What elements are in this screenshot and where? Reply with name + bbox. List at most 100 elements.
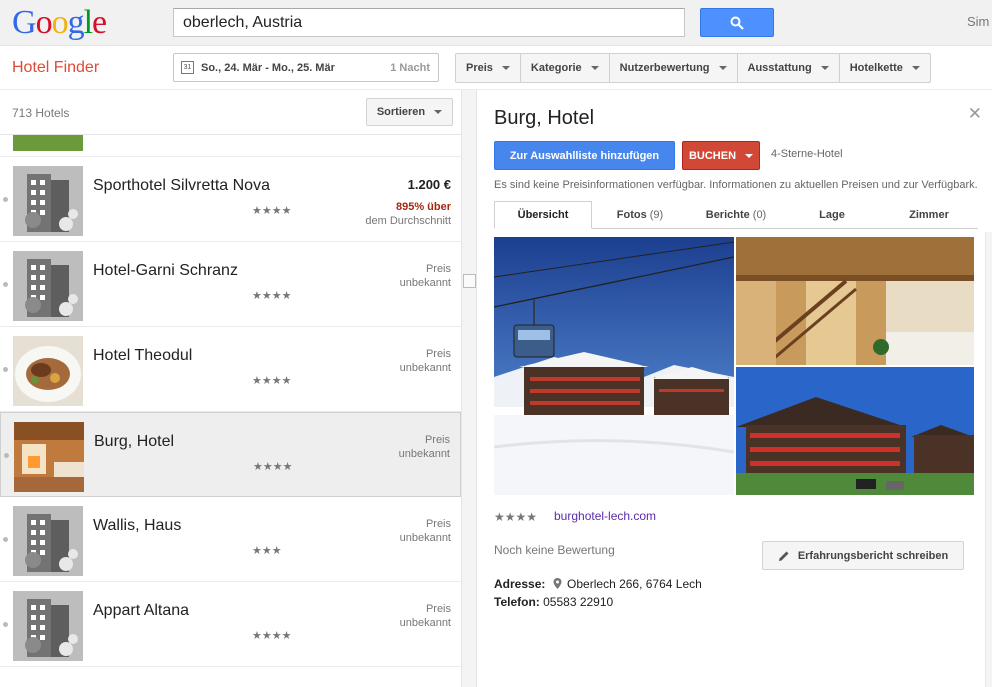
hotel-name[interactable]: Sporthotel Silvretta Nova: [93, 177, 270, 195]
chevron-down-icon: [434, 110, 443, 114]
tab-reviews[interactable]: Berichte (0): [688, 201, 784, 229]
exterior-photo[interactable]: [736, 367, 974, 495]
price-label: Preis: [425, 348, 451, 360]
list-scrollbar[interactable]: [462, 90, 477, 687]
tab-count: (9): [649, 209, 664, 221]
list-item[interactable]: Sporthotel Silvretta Nova ★★★★ 1.200 € 895%…: [0, 157, 461, 242]
hotel-list-panel: 713 Hotels Sortieren ★★★★ Sporthotel Sil…: [0, 90, 462, 687]
interior-stairs-photo: [736, 237, 974, 365]
tab-location[interactable]: Lage: [784, 201, 880, 229]
price-label: Preis: [425, 263, 451, 275]
phone: Telefon: 05583 22910: [494, 595, 613, 609]
filter-amenities[interactable]: Ausstattung: [738, 54, 840, 82]
list-bullet: [3, 367, 8, 372]
website-link[interactable]: burghotel-lech.com: [554, 509, 656, 523]
filter-category[interactable]: Kategorie: [521, 54, 610, 82]
logo-letter: o: [51, 4, 69, 41]
hotel-thumbnail[interactable]: [13, 166, 83, 236]
hotel-count: 713 Hotels: [12, 106, 70, 120]
hotel-name[interactable]: Burg, Hotel: [94, 433, 174, 451]
tab-rooms[interactable]: Zimmer: [880, 201, 978, 229]
price-unknown: Preis unbekannt: [400, 347, 451, 375]
date-picker[interactable]: 31 So., 24. Mär - Mo., 25. Mär 1 Nacht: [173, 53, 439, 82]
google-logo[interactable]: Google: [12, 4, 107, 42]
hotel-thumbnail[interactable]: [14, 422, 84, 492]
list-header: 713 Hotels Sortieren: [0, 90, 461, 135]
phone-value: 05583 22910: [543, 595, 614, 609]
filter-bar: Preis Kategorie Nutzerbewertung Ausstatt…: [455, 53, 931, 83]
price-unknown: Preis unbekannt: [399, 433, 450, 461]
tab-label: Übersicht: [517, 209, 569, 221]
hotel-thumbnail[interactable]: [13, 591, 83, 661]
list-bullet: [3, 282, 8, 287]
main-photo[interactable]: [494, 237, 734, 495]
list-item[interactable]: Appart Altana ★★★★ Preis unbekannt: [0, 582, 461, 667]
search-button[interactable]: [700, 8, 774, 37]
building-placeholder-icon: [13, 166, 83, 236]
location-pin-icon: [553, 578, 562, 589]
date-range: So., 24. Mär - Mo., 25. Mär: [201, 62, 335, 74]
filter-label: Nutzerbewertung: [619, 62, 710, 74]
logo-letter: l: [83, 4, 94, 41]
detail-scrollbar[interactable]: [985, 232, 992, 687]
building-placeholder-icon: [13, 506, 83, 576]
hotel-price: 1.200 €: [407, 177, 451, 192]
book-button[interactable]: BUCHEN: [682, 141, 760, 170]
hotel-thumbnail[interactable]: [13, 506, 83, 576]
price-label: Preis: [425, 518, 451, 530]
scrollbar-thumb[interactable]: [463, 274, 476, 288]
hotel-thumbnail[interactable]: [13, 336, 83, 406]
list-item[interactable]: Burg, Hotel ★★★★ Preis unbekannt: [0, 412, 461, 497]
chevron-down-icon: [590, 66, 599, 70]
building-placeholder-icon: [13, 251, 83, 321]
top-bar: Google oberlech, Austria Sim: [0, 0, 992, 46]
filter-hotel-chain[interactable]: Hotelkette: [840, 54, 930, 82]
list-bullet: [3, 537, 8, 542]
star-rating: ★★★★: [252, 375, 292, 387]
filter-label: Ausstattung: [747, 62, 812, 74]
interior-photo[interactable]: [736, 237, 974, 365]
tab-label: Fotos: [616, 209, 647, 221]
price-status: unbekannt: [399, 532, 451, 544]
price-status: unbekannt: [399, 362, 451, 374]
price-label: Preis: [424, 434, 450, 446]
logo-letter: G: [12, 4, 37, 41]
hotel-name[interactable]: Appart Altana: [93, 602, 189, 620]
room-photo: [14, 422, 84, 492]
chevron-down-icon: [501, 66, 510, 70]
chevron-down-icon: [820, 66, 829, 70]
sort-button[interactable]: Sortieren: [366, 98, 453, 126]
user-name[interactable]: Sim: [967, 14, 989, 29]
hotel-exterior-photo: [736, 367, 974, 495]
list-item[interactable]: Hotel Theodul ★★★★ Preis unbekannt: [0, 327, 461, 412]
price-status: unbekannt: [398, 448, 450, 460]
list-item[interactable]: Hotel-Garni Schranz ★★★★ Preis unbekannt: [0, 242, 461, 327]
page-title: Hotel Finder: [12, 59, 100, 76]
filter-price[interactable]: Preis: [456, 54, 521, 82]
star-rating: ★★★★: [252, 205, 292, 217]
filter-user-rating[interactable]: Nutzerbewertung: [610, 54, 738, 82]
search-input[interactable]: oberlech, Austria: [173, 8, 685, 37]
tab-photos[interactable]: Fotos (9): [592, 201, 688, 229]
hotel-name[interactable]: Hotel Theodul: [93, 347, 192, 365]
write-review-button[interactable]: Erfahrungsbericht schreiben: [762, 541, 964, 570]
hotel-thumbnail[interactable]: [13, 251, 83, 321]
close-icon[interactable]: ✕: [968, 104, 982, 124]
add-to-shortlist-button[interactable]: Zur Auswahlliste hinzufügen: [494, 141, 675, 170]
tab-overview[interactable]: Übersicht: [494, 201, 592, 229]
nights-count: 1 Nacht: [390, 62, 430, 74]
list-item[interactable]: Wallis, Haus ★★★ Preis unbekannt: [0, 497, 461, 582]
logo-letter: o: [35, 4, 53, 41]
tab-count: (0): [752, 209, 767, 221]
address-label: Adresse:: [494, 577, 546, 591]
hotel-name[interactable]: Hotel-Garni Schranz: [93, 262, 238, 280]
hotel-title: Burg, Hotel: [494, 107, 595, 129]
hotel-name[interactable]: Wallis, Haus: [93, 517, 181, 535]
list-bullet: [4, 453, 9, 458]
address-value: Oberlech 266, 6764 Lech: [567, 577, 702, 591]
star-rating: ★★★: [252, 545, 282, 557]
price-info-text: Es sind keine Preisinformationen verfügb…: [494, 179, 978, 191]
chevron-down-icon: [911, 66, 920, 70]
price-unknown: Preis unbekannt: [400, 602, 451, 630]
detail-star-rating: ★★★★: [494, 510, 538, 524]
